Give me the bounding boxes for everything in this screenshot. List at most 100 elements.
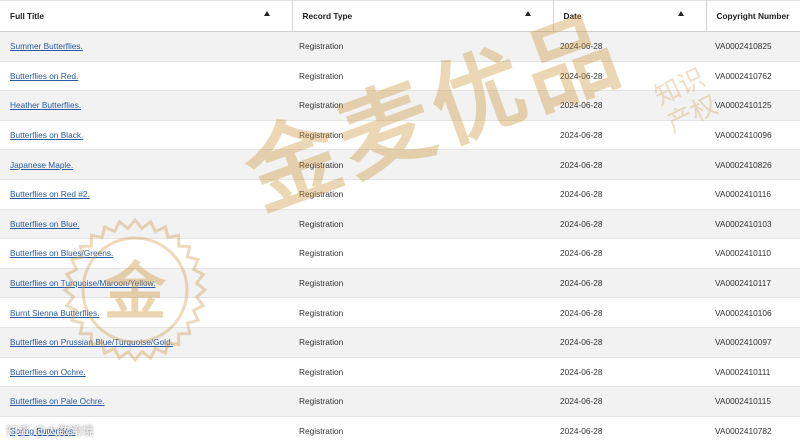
title-cell: Butterflies on Blue. xyxy=(0,209,292,240)
record-title-link[interactable]: Butterflies on Red. xyxy=(10,71,78,81)
title-cell: Japanese Maple. xyxy=(0,149,292,180)
record-title-link[interactable]: Butterflies on Prussian Blue/Turquoise/G… xyxy=(10,337,173,347)
copyright-number-cell: VA0002410103 xyxy=(706,209,800,240)
title-cell: Butterflies on Pale Ochre. xyxy=(0,386,292,417)
date-cell: 2024-06-28 xyxy=(553,357,706,388)
table-row: Butterflies on Blue. Registration 2024-06-… xyxy=(0,209,800,240)
copyright-number-cell: VA0002410097 xyxy=(706,327,800,358)
record-title-link[interactable]: Summer Butterflies. xyxy=(10,41,83,51)
date-cell: 2024-06-28 xyxy=(553,416,706,445)
record-type-cell: Registration xyxy=(292,416,553,445)
column-header-full-title[interactable]: Full Title xyxy=(0,0,293,32)
title-cell: Heather Butterflies. xyxy=(0,90,292,121)
record-title-link[interactable]: Butterflies on Ochre. xyxy=(10,367,86,377)
copyright-number-cell: VA0002410826 xyxy=(706,149,800,180)
column-header-label: Full Title xyxy=(10,11,44,21)
table-row: Butterflies on Prussian Blue/Turquoise/G… xyxy=(0,327,800,358)
sort-ascending-icon[interactable] xyxy=(263,11,270,16)
title-cell: Butterflies on Prussian Blue/Turquoise/G… xyxy=(0,327,292,358)
record-title-link[interactable]: Japanese Maple. xyxy=(10,160,73,170)
table-body: Summer Butterflies. Registration 2024-06-2… xyxy=(0,31,800,445)
column-header-date[interactable]: Date xyxy=(553,0,707,32)
title-cell: Butterflies on Black. xyxy=(0,120,292,151)
record-title-link[interactable]: Burnt Sienna Butterflies. xyxy=(10,308,99,318)
record-title-link[interactable]: Butterflies on Red #2. xyxy=(10,189,90,199)
record-type-cell: Registration xyxy=(292,386,553,417)
date-cell: 2024-06-28 xyxy=(553,209,706,240)
column-header-record-type[interactable]: Record Type xyxy=(292,0,554,32)
copyright-number-cell: VA0002410110 xyxy=(706,238,800,269)
date-cell: 2024-06-28 xyxy=(553,268,706,299)
column-header-label: Record Type xyxy=(302,11,353,21)
column-header-label: Date xyxy=(563,11,582,21)
record-type-cell: Registration xyxy=(292,297,553,328)
table-row: Butterflies on Pale Ochre. Registration 20… xyxy=(0,386,800,417)
title-cell: Butterflies on Red #2. xyxy=(0,179,292,210)
record-title-link[interactable]: Butterflies on Blues/Greens. xyxy=(10,248,113,258)
record-type-cell: Registration xyxy=(292,327,553,358)
date-cell: 2024-06-28 xyxy=(553,120,706,151)
table-row: Japanese Maple. Registration 2024-06-28 VA0… xyxy=(0,149,800,180)
date-cell: 2024-06-28 xyxy=(553,61,706,92)
copyright-number-cell: VA0002410106 xyxy=(706,297,800,328)
date-cell: 2024-06-28 xyxy=(553,238,706,269)
table-row: Butterflies on Red #2. Registration 2024-0… xyxy=(0,179,800,210)
table-row: Butterflies on Red. Registration 2024-06-2… xyxy=(0,61,800,92)
title-cell: Butterflies on Ochre. xyxy=(0,357,292,388)
record-type-cell: Registration xyxy=(292,238,553,269)
table-row: Butterflies on Black. Registration 2024-06… xyxy=(0,120,800,151)
date-cell: 2024-06-28 xyxy=(553,90,706,121)
table-row: Butterflies on Blues/Greens. Registration… xyxy=(0,238,800,269)
copyright-number-cell: VA0002410125 xyxy=(706,90,800,121)
table-row: Summer Butterflies. Registration 2024-06-2… xyxy=(0,31,800,62)
title-cell: Burnt Sienna Butterflies. xyxy=(0,297,292,328)
record-title-link[interactable]: Butterflies on Pale Ochre. xyxy=(10,396,105,406)
column-header-copyright-number: Copyright Number xyxy=(706,0,800,32)
copyright-number-cell: VA0002410782 xyxy=(706,416,800,445)
table-row: Burnt Sienna Butterflies. Registration 202… xyxy=(0,297,800,328)
date-cell: 2024-06-28 xyxy=(553,179,706,210)
sort-ascending-icon[interactable] xyxy=(524,11,531,16)
records-table: Full Title Record Type Date Copyright Numbe… xyxy=(0,0,800,445)
date-cell: 2024-06-28 xyxy=(553,31,706,62)
record-title-link[interactable]: Butterflies on Blue. xyxy=(10,219,80,229)
record-type-cell: Registration xyxy=(292,179,553,210)
sort-ascending-icon[interactable] xyxy=(677,11,684,16)
column-header-label: Copyright Number xyxy=(716,11,790,21)
record-title-link[interactable]: Heather Butterflies. xyxy=(10,100,81,110)
record-type-cell: Registration xyxy=(292,268,553,299)
table-header: Full Title Record Type Date Copyright Numbe… xyxy=(0,0,800,32)
table-row: Spring Butterflies. Registration 2024-06-2… xyxy=(0,416,800,445)
record-title-link[interactable]: Butterflies on Turquoise/Maroon/Yellow. xyxy=(10,278,155,288)
date-cell: 2024-06-28 xyxy=(553,386,706,417)
record-type-cell: Registration xyxy=(292,61,553,92)
table-row: Heather Butterflies. Registration 2024-06-… xyxy=(0,90,800,121)
record-type-cell: Registration xyxy=(292,31,553,62)
date-cell: 2024-06-28 xyxy=(553,327,706,358)
copyright-number-cell: VA0002410111 xyxy=(706,357,800,388)
title-cell: Butterflies on Blues/Greens. xyxy=(0,238,292,269)
record-type-cell: Registration xyxy=(292,209,553,240)
record-title-link[interactable]: Butterflies on Black. xyxy=(10,130,83,140)
record-type-cell: Registration xyxy=(292,90,553,121)
copyright-number-cell: VA0002410825 xyxy=(706,31,800,62)
title-cell: Butterflies on Turquoise/Maroon/Yellow. xyxy=(0,268,292,299)
copyright-number-cell: VA0002410115 xyxy=(706,386,800,417)
title-cell: Butterflies on Red. xyxy=(0,61,292,92)
record-type-cell: Registration xyxy=(292,149,553,180)
copyright-records-page: Full Title Record Type Date Copyright Numbe… xyxy=(0,0,800,445)
table-row: Butterflies on Turquoise/Maroon/Yellow. R… xyxy=(0,268,800,299)
record-type-cell: Registration xyxy=(292,120,553,151)
copyright-number-cell: VA0002410117 xyxy=(706,268,800,299)
title-cell: Spring Butterflies. xyxy=(0,416,292,445)
record-type-cell: Registration xyxy=(292,357,553,388)
record-title-link[interactable]: Spring Butterflies. xyxy=(10,426,75,436)
date-cell: 2024-06-28 xyxy=(553,149,706,180)
table-row: Butterflies on Ochre. Registration 2024-06… xyxy=(0,357,800,388)
copyright-number-cell: VA0002410116 xyxy=(706,179,800,210)
date-cell: 2024-06-28 xyxy=(553,297,706,328)
header-row: Full Title Record Type Date Copyright Numbe… xyxy=(0,0,800,32)
title-cell: Summer Butterflies. xyxy=(0,31,292,62)
copyright-number-cell: VA0002410762 xyxy=(706,61,800,92)
copyright-number-cell: VA0002410096 xyxy=(706,120,800,151)
